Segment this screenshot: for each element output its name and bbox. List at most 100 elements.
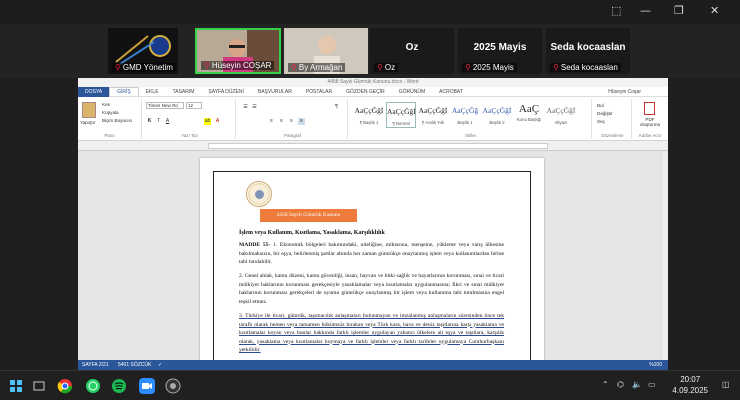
participant-gallery: ⚲ GMD Yönetim ⚲ Hüseyin COŞAR ⚲ By Armağan …	[0, 24, 740, 78]
style-heading2[interactable]: AaÇçĞğİ Başlık 2	[482, 102, 512, 128]
user-name[interactable]: Hüseyin Coşar	[601, 89, 648, 95]
style-title[interactable]: AaÇ Konu Başlığı	[514, 102, 544, 128]
tab-references[interactable]: BAŞVURULAR	[251, 89, 299, 95]
tab-insert[interactable]: EKLE	[139, 89, 166, 95]
tab-mailings[interactable]: POSTALAR	[299, 89, 339, 95]
font-name-select[interactable]: Times New Ro	[146, 102, 184, 109]
font-color-icon[interactable]: A	[214, 118, 221, 125]
vertical-scrollbar[interactable]	[661, 152, 668, 360]
paragraph-2: 2. Genel ahlak, kamu düzeni, kamu güvenl…	[239, 273, 504, 305]
align-right-icon[interactable]: ≡	[288, 118, 295, 125]
select-button[interactable]: Seç	[597, 119, 605, 124]
participant-name: GMD Yönetim	[122, 63, 173, 72]
section-heading: İşlem veya Kullanım, Kısıtlama, Yasaklam…	[239, 230, 385, 236]
tab-file[interactable]: DOSYA	[78, 86, 110, 97]
participant-name: 2025 Mayis	[472, 63, 514, 72]
font-label: Yazı Tipi	[181, 133, 198, 138]
style-no-spacing[interactable]: AaÇçĞğİ ¶ Aralık Yok	[418, 102, 448, 128]
style-heading1b[interactable]: AaÇçĞğ Başlık 1	[450, 102, 480, 128]
page-count[interactable]: SAYFA 2/21	[82, 360, 109, 370]
clipboard-label: Pano	[104, 133, 115, 138]
page-border: 4458 Sayılı Gümrük Kanunu İşlem veya Kul…	[213, 171, 531, 370]
style-subtitle[interactable]: AaÇçĞğİ Altyazı	[546, 102, 576, 128]
proofing-icon[interactable]: ✓	[158, 360, 162, 370]
network-icon[interactable]: ⌬	[617, 380, 624, 389]
zoom-top-bar: — ❐ ✕ ⬚	[0, 0, 740, 24]
clock-date: 4.09.2025	[672, 386, 708, 395]
ribbon-home: Yapıştır Kes Kopyala Biçim Boyacısı Pano…	[78, 97, 668, 141]
italic-icon[interactable]: T	[155, 118, 162, 125]
task-view-icon[interactable]	[31, 378, 47, 394]
tab-home[interactable]: GİRİŞ	[109, 86, 139, 97]
create-pdf-button[interactable]: PDF oluşturma	[635, 117, 665, 127]
underline-icon[interactable]: A	[164, 118, 171, 125]
tab-view[interactable]: GÖRÜNÜM	[392, 89, 432, 95]
mic-muted-icon: ⚲	[115, 63, 121, 72]
mic-muted-icon: ⚲	[291, 63, 297, 72]
article-label: MADDE 55-	[239, 242, 271, 248]
acrobat-label: Adobe Acro	[638, 133, 662, 138]
participant-display-name: Oz	[405, 42, 419, 53]
participant-tile[interactable]: ⚲ By Armağan	[284, 28, 368, 74]
participant-name: By Armağan	[298, 63, 343, 72]
mic-muted-icon: ⚲	[377, 63, 383, 72]
zoom-level[interactable]: %100	[649, 360, 662, 370]
font-size-select[interactable]: 12	[186, 102, 202, 109]
document-badge: 4458 Sayılı Gümrük Kanunu	[260, 209, 357, 222]
participant-tile[interactable]: ⚲ GMD Yönetim	[108, 28, 178, 74]
whatsapp-icon[interactable]	[85, 378, 101, 394]
word-title-bar: 4458 Sayılı Gümrük Kanunu.docx - Word	[78, 78, 668, 87]
windows-icon[interactable]	[8, 378, 24, 394]
layout-icon[interactable]: ⬚	[611, 4, 621, 17]
document-area: 4458 Sayılı Gümrük Kanunu İşlem veya Kul…	[78, 152, 668, 370]
document-page[interactable]: 4458 Sayılı Gümrük Kanunu İşlem veya Kul…	[200, 158, 544, 370]
participant-tile[interactable]: Seda kocaaslan ⚲ Seda kocaaslan	[546, 28, 630, 74]
replace-button[interactable]: Değiştir	[597, 111, 613, 116]
cut-button[interactable]: Kes	[102, 102, 110, 107]
justify-icon[interactable]: ≡	[298, 118, 305, 125]
highlight-icon[interactable]: ab	[204, 118, 211, 125]
battery-icon[interactable]: ▭	[648, 380, 656, 389]
tab-review[interactable]: GÖZDEN GEÇİR	[339, 89, 392, 95]
paragraph-group: ☰ ☰ ≡ ≡ ≡ ≡ ¶ Paragraf	[238, 99, 348, 139]
chrome-icon[interactable]	[57, 378, 73, 394]
numbering-icon[interactable]: ☰	[251, 104, 258, 111]
volume-icon[interactable]: 🔈	[632, 380, 642, 389]
bold-icon[interactable]: K	[146, 118, 153, 125]
windows-taskbar: ⌃ ⌬ 🔈 ▭ 20:07 4.09.2025 ◫	[0, 370, 740, 400]
paste-icon[interactable]	[82, 102, 96, 118]
format-painter-button[interactable]: Biçim Boyacısı	[102, 118, 132, 123]
ruler[interactable]	[78, 141, 668, 151]
participant-tile-active[interactable]: ⚲ Hüseyin COŞAR	[195, 28, 281, 74]
align-left-icon[interactable]: ≡	[268, 118, 275, 125]
style-normal[interactable]: AaÇçĞğİ ¶ Normal	[386, 102, 416, 128]
document-title: 4458 Sayılı Gümrük Kanunu.docx - Word	[327, 79, 419, 85]
bullets-icon[interactable]: ☰	[242, 104, 249, 111]
tab-layout[interactable]: SAYFA DÜZENİ	[201, 89, 250, 95]
find-button[interactable]: Bul	[597, 103, 604, 108]
style-heading1[interactable]: AaÇçĞğİ ¶ Başlık 1	[354, 102, 384, 128]
close-icon[interactable]: ✕	[710, 4, 719, 17]
participant-tile[interactable]: 2025 Mayis ⚲ 2025 Mayis	[458, 28, 542, 74]
word-count[interactable]: 5401 SÖZCÜK	[118, 360, 151, 370]
chevron-up-icon[interactable]: ⌃	[602, 380, 609, 389]
clock[interactable]: 20:07 4.09.2025	[672, 374, 708, 396]
minimize-icon[interactable]: —	[640, 4, 651, 17]
show-marks-icon[interactable]: ¶	[333, 104, 340, 111]
align-center-icon[interactable]: ≡	[278, 118, 285, 125]
paste-button[interactable]: Yapıştır	[80, 120, 96, 125]
restore-icon[interactable]: ❐	[674, 4, 684, 17]
paragraph-1: MADDE 55- 1. Ekonomik bölgeleri bakımınd…	[239, 241, 504, 267]
copy-button[interactable]: Kopyala	[102, 110, 119, 115]
spotify-icon[interactable]	[111, 378, 127, 394]
tab-acrobat[interactable]: ACROBAT	[432, 89, 470, 95]
paragraph-1-text: 1. Ekonomik bölgeleri bakımındaki, nitel…	[239, 242, 504, 265]
tab-design[interactable]: TASARIM	[166, 89, 202, 95]
participant-tile[interactable]: Oz ⚲ Oz	[370, 28, 454, 74]
notification-icon[interactable]: ◫	[722, 380, 730, 389]
acrobat-group: PDF oluşturma Adobe Acro	[634, 99, 666, 139]
participant-name: Seda kocaaslan	[560, 63, 618, 72]
pdf-icon[interactable]	[644, 102, 655, 115]
zoom-icon[interactable]	[139, 378, 155, 394]
obs-icon[interactable]	[165, 378, 181, 394]
